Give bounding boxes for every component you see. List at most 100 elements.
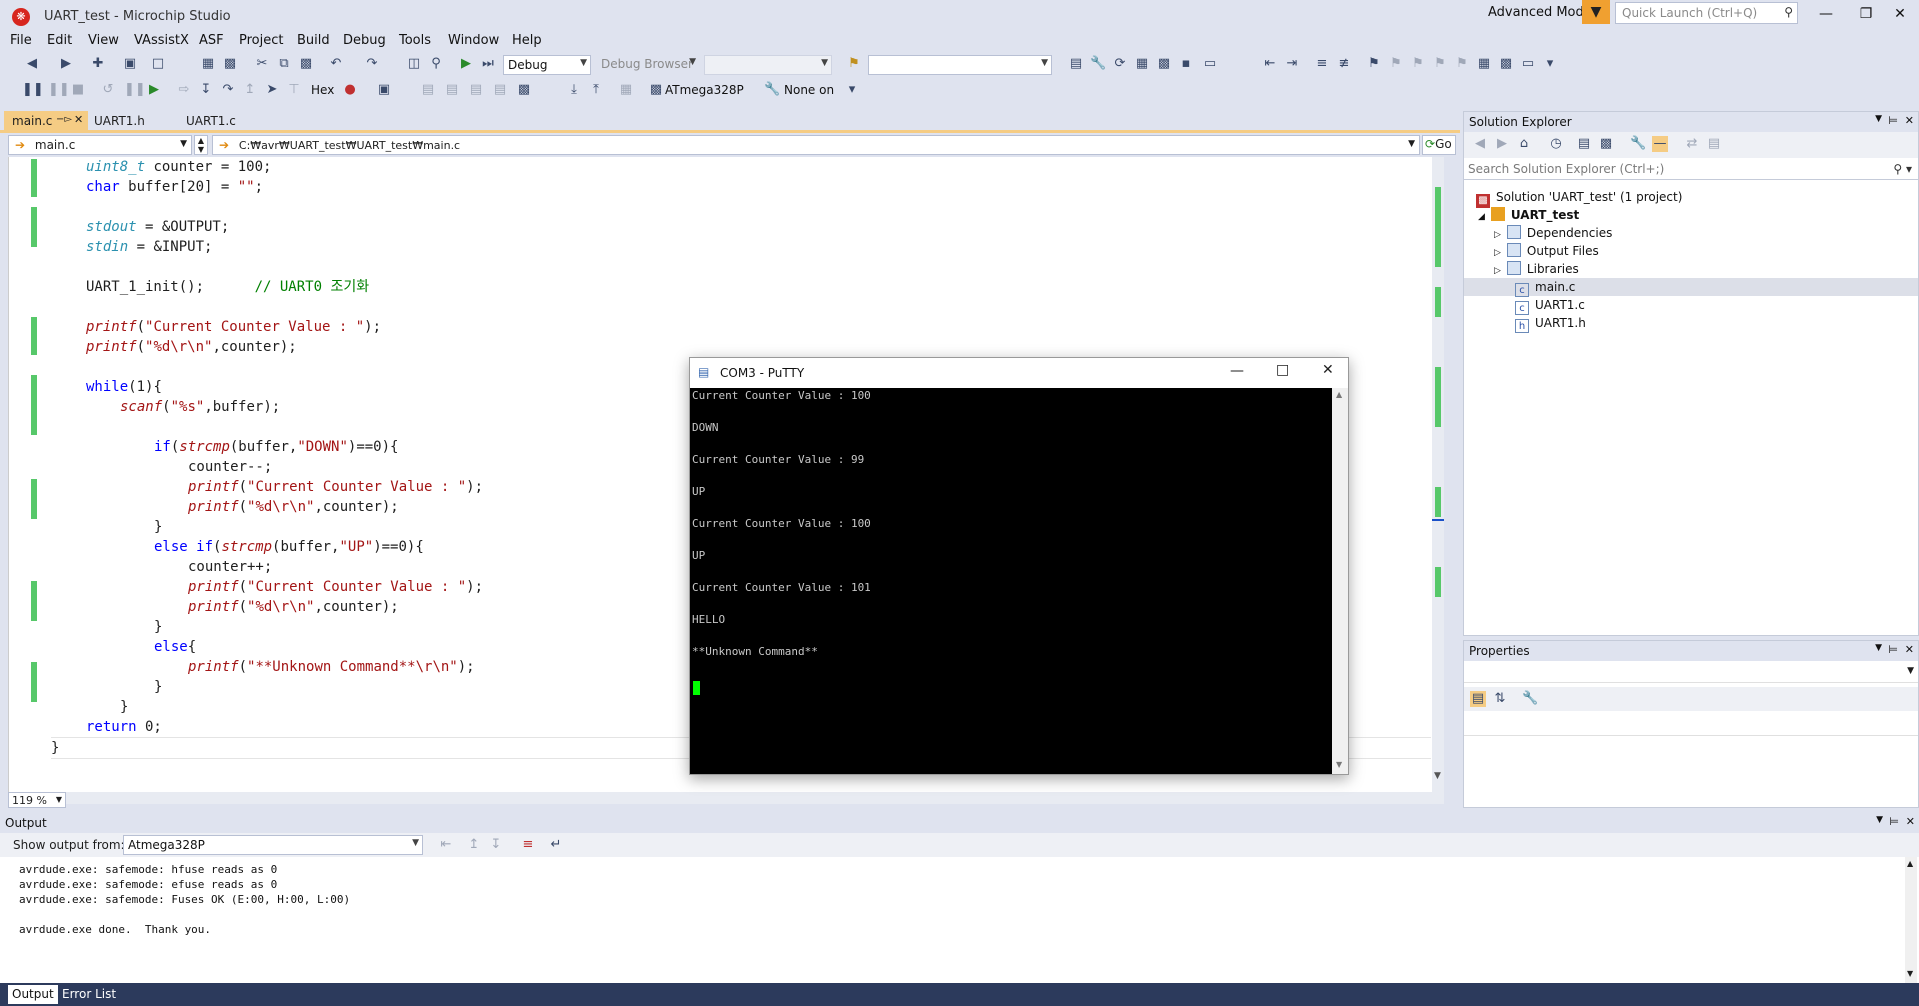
paste-icon[interactable]: ▩ [298,56,314,72]
collapsed-icon[interactable]: ▷ [1494,248,1501,258]
tree-item-project[interactable]: ◢ UART_test [1478,206,1579,224]
copy-icon[interactable]: ⧉ [276,56,292,72]
tab-error-list[interactable]: Error List [58,985,120,1004]
sync-icon[interactable]: ⇄ [1684,136,1700,152]
minimize-button[interactable]: — [1806,2,1846,26]
show-next-statement-icon[interactable]: ⇨ [176,82,192,98]
menu-help[interactable]: Help [512,33,542,48]
continue-icon[interactable]: ▶ [146,82,162,98]
uncomment-icon[interactable]: ≢ [1336,56,1352,72]
step-out-icon[interactable]: ↥ [242,82,258,98]
editor-vertical-scrollbar[interactable]: ▼ [1432,157,1444,792]
clear-all-icon[interactable]: ≡ [520,837,536,853]
menu-file[interactable]: File [10,33,32,48]
close-icon[interactable]: ✕ [74,113,83,126]
pin-icon[interactable]: ⊨ [1888,114,1898,127]
putty-close-button[interactable]: ✕ [1322,362,1334,378]
debug-browser-select[interactable]: Debug Browser ▼ [597,55,699,75]
quick-launch-input[interactable]: Quick Launch (Ctrl+Q) ⚲ [1615,2,1798,24]
bookmark-icon[interactable]: ⚑ [1366,56,1382,72]
collapsed-icon[interactable]: ▷ [1494,266,1501,276]
registers-icon[interactable]: ▤ [444,82,460,98]
tab-uart1-h[interactable]: UART1.h [86,111,176,131]
dropdown-icon[interactable]: ▼ [1876,815,1883,825]
new-project-icon[interactable]: ✚ [90,56,106,72]
scroll-spinner[interactable]: ▲ ▼ [194,135,208,155]
tree-item-uart1-c[interactable]: c UART1.c [1515,296,1585,315]
tree-item-uart1-h[interactable]: h UART1.h [1515,314,1586,333]
tree-item-output-files[interactable]: ▷ Output Files [1494,242,1599,260]
path-select[interactable]: ➔ C:₩avr₩UART_test₩UART_test₩main.c ▼ [212,135,1420,155]
scroll-up-icon[interactable]: ▲ [1907,859,1913,868]
expanded-icon[interactable]: ◢ [1478,212,1485,222]
solution-explorer-icon[interactable]: ▤ [1068,56,1084,72]
save-icon[interactable]: ▦ [200,56,216,72]
device-programming-icon[interactable]: ◫ [406,56,422,72]
cut-icon[interactable]: ✂ [254,56,270,72]
solution-search-input[interactable]: Search Solution Explorer (Ctrl+;) ⚲ ▾ [1464,160,1918,180]
scroll-down-icon[interactable]: ▼ [1336,760,1342,769]
download-icon[interactable]: ⤓ [566,82,582,98]
toolbar-options-icon[interactable]: ▾ [1542,56,1558,72]
scroll-down-icon[interactable]: ▼ [1907,969,1913,978]
rebuild-icon[interactable]: ▩ [1156,56,1172,72]
putty-window[interactable]: ▤ COM3 - PuTTY — □ ✕ Current Counter Val… [689,357,1349,775]
pin-icon[interactable]: ⊨ [1889,815,1899,828]
toggle-breakpoints-icon[interactable]: ● [342,82,358,98]
clean-icon[interactable]: ▪ [1178,56,1194,72]
previous-bookmark-folder-icon[interactable]: ⚑ [1432,56,1448,72]
forward-icon[interactable]: ▶ [1494,136,1510,152]
editor-horizontal-scrollbar[interactable] [66,792,1444,804]
window-layout-icon[interactable]: ▭ [1202,56,1218,72]
find-message-icon[interactable]: ⇤ [438,837,454,853]
view-code-icon[interactable]: ▤ [1706,136,1722,152]
break-all-icon[interactable]: ❚❚ [22,82,44,98]
preview-selected-icon[interactable]: — [1652,136,1668,152]
menu-asf[interactable]: ASF [199,33,224,48]
forward-icon[interactable]: ▶ [58,56,74,72]
toggle-bookmark-icon[interactable]: ▩ [1498,56,1514,72]
alphabetical-icon[interactable]: ⇅ [1492,691,1508,707]
menu-window[interactable]: Window [448,33,499,48]
tree-item-dependencies[interactable]: ▷ Dependencies [1494,224,1612,242]
close-icon[interactable]: ✕ [1906,815,1915,828]
scroll-down-icon[interactable]: ▼ [1434,771,1441,781]
chip-erase-icon[interactable]: ▦ [618,82,634,98]
zoom-select[interactable]: 119 % ▼ [8,792,66,808]
tab-main-c[interactable]: main.c −▻ ✕ [4,111,88,131]
step-over-icon[interactable]: ↷ [220,82,236,98]
property-pages-icon[interactable]: 🔧 [1522,691,1538,707]
properties-wrench-icon[interactable]: 🔧 [1630,136,1646,152]
go-button[interactable]: ⟳Go [1422,135,1456,155]
dropdown-icon[interactable]: ▼ [1875,114,1882,124]
putty-minimize-button[interactable]: — [1230,363,1244,379]
menu-project[interactable]: Project [239,33,283,48]
word-wrap-icon[interactable]: ↵ [548,837,564,853]
output-vertical-scrollbar[interactable]: ▲ ▼ [1905,857,1917,983]
properties-object-select[interactable]: ▼ [1464,663,1918,683]
tree-item-libraries[interactable]: ▷ Libraries [1494,260,1579,278]
previous-message-icon[interactable]: ↥ [466,837,482,853]
menu-edit[interactable]: Edit [47,33,72,48]
configuration-select[interactable]: Debug ▼ [503,55,591,75]
back-icon[interactable]: ◀ [1472,136,1488,152]
find-icon[interactable]: ⚲ [428,56,444,72]
scroll-up-icon[interactable]: ▲ [1336,390,1342,399]
io-view-icon[interactable]: ▤ [492,82,508,98]
back-icon[interactable]: ◀ [24,56,40,72]
run-to-cursor-icon[interactable]: ➤ [264,82,280,98]
add-item-icon[interactable]: ▣ [122,56,138,72]
comment-icon[interactable]: ≡ [1314,56,1330,72]
processor-icon[interactable]: ▩ [516,82,532,98]
disassembly-icon[interactable]: ▤ [420,82,436,98]
device-label[interactable]: ATmega328P [665,83,744,97]
menu-debug[interactable]: Debug [343,33,386,48]
tree-item-solution[interactable]: ▩ Solution 'UART_test' (1 project) [1476,188,1682,208]
collapsed-icon[interactable]: ▷ [1494,230,1501,240]
build-icon[interactable]: ▦ [1134,56,1150,72]
hex-toggle[interactable]: Hex [311,83,334,97]
start-debugging-icon[interactable]: ▶ [458,56,474,72]
home-icon[interactable]: ⌂ [1516,136,1532,152]
indent-icon[interactable]: ⇤ [1262,56,1278,72]
start-without-debugging-icon[interactable]: ⏭ [480,56,496,72]
